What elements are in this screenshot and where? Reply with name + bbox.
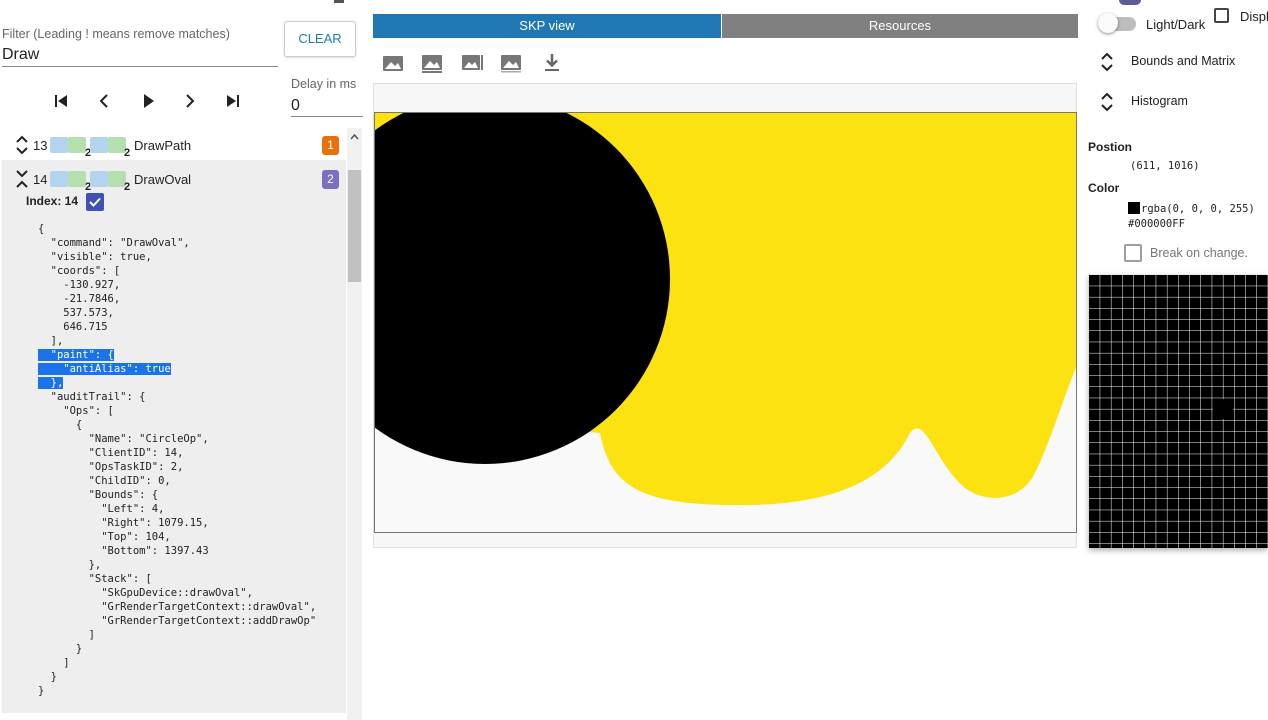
rendered-picture bbox=[375, 113, 1076, 532]
next-button[interactable] bbox=[177, 88, 203, 114]
download-icon[interactable] bbox=[540, 51, 564, 75]
image-light-icon[interactable] bbox=[499, 51, 523, 75]
theme-toggle-knob[interactable] bbox=[1098, 13, 1118, 33]
position-value: (611, 1016) bbox=[1130, 160, 1200, 172]
image-thumbnail-icon bbox=[90, 137, 108, 153]
index-checkbox[interactable] bbox=[86, 193, 104, 211]
command-row[interactable]: 13 2 2 DrawPath 1 bbox=[0, 129, 346, 161]
scroll-up-icon[interactable] bbox=[347, 130, 362, 144]
thumbnail-count: 2 bbox=[124, 181, 131, 193]
thumbnail-count: 2 bbox=[124, 147, 131, 159]
command-name: DrawOval bbox=[134, 171, 192, 187]
index-label: Index: 14 bbox=[26, 194, 79, 208]
display-label: Displ bbox=[1240, 9, 1268, 24]
position-label: Postion bbox=[1088, 140, 1132, 154]
hex-value: #000000FF bbox=[1128, 218, 1185, 230]
op-count-badge: 1 bbox=[322, 135, 339, 155]
clear-button[interactable]: CLEAR bbox=[284, 21, 356, 57]
check-icon bbox=[89, 197, 101, 207]
pixel-zoom-view[interactable] bbox=[1089, 275, 1268, 548]
color-label: Color bbox=[1088, 181, 1120, 195]
section-histogram[interactable]: Histogram bbox=[1131, 94, 1188, 108]
delay-input[interactable] bbox=[291, 95, 363, 117]
command-json: { "command": "DrawOval", "visible": true… bbox=[38, 222, 316, 698]
display-checkbox[interactable] bbox=[1214, 8, 1229, 23]
next-icon bbox=[186, 94, 195, 108]
skip-first-button[interactable] bbox=[48, 88, 74, 114]
json-selection: "paint": { "antiAlias": true }, bbox=[38, 349, 171, 389]
section-bounds-and-matrix[interactable]: Bounds and Matrix bbox=[1131, 54, 1235, 68]
command-index: 13 bbox=[33, 137, 48, 153]
image-checkerboard-icon[interactable] bbox=[420, 51, 444, 75]
theme-toggle-label: Light/Dark bbox=[1146, 17, 1206, 32]
layer-thumbnail-icon bbox=[68, 171, 86, 187]
filter-input[interactable] bbox=[2, 44, 278, 67]
image-icon[interactable] bbox=[381, 51, 405, 75]
tab-resources[interactable]: Resources bbox=[722, 14, 1078, 38]
rgba-value: rgba(0, 0, 0, 255) bbox=[1141, 203, 1255, 215]
skip-last-button[interactable] bbox=[220, 88, 246, 114]
collapse-icon[interactable] bbox=[15, 169, 29, 189]
break-on-change-label: Break on change. bbox=[1150, 246, 1248, 260]
command-name: DrawPath bbox=[134, 137, 192, 153]
expand-icon[interactable] bbox=[1100, 51, 1114, 73]
previous-button[interactable] bbox=[91, 88, 117, 114]
expand-icon[interactable] bbox=[1100, 91, 1114, 113]
delay-label: Delay in ms bbox=[291, 77, 357, 91]
pixel-grid bbox=[1089, 275, 1268, 548]
command-index: 14 bbox=[33, 171, 48, 187]
json-text: { "command": "DrawOval", "visible": true… bbox=[38, 223, 190, 347]
json-text: "auditTrail": { "Ops": [ { "Name": "Circ… bbox=[38, 391, 317, 697]
skip-first-icon bbox=[55, 95, 67, 107]
expand-icon[interactable] bbox=[15, 135, 29, 155]
tab-skp-view[interactable]: SKP view bbox=[373, 14, 721, 38]
command-row-selected[interactable]: 14 2 2 DrawOval 2 bbox=[0, 163, 346, 195]
image-fit-icon[interactable] bbox=[460, 51, 484, 75]
play-icon bbox=[144, 94, 154, 108]
skp-canvas[interactable] bbox=[374, 112, 1077, 533]
partial-header-glyph bbox=[334, 0, 344, 3]
play-button[interactable] bbox=[135, 88, 161, 114]
image-thumbnail-icon bbox=[50, 137, 68, 153]
scrollbar-thumb[interactable] bbox=[348, 170, 361, 282]
image-thumbnail-icon bbox=[90, 171, 108, 187]
break-on-change-checkbox[interactable] bbox=[1124, 244, 1142, 262]
color-swatch bbox=[1128, 202, 1140, 214]
op-count-badge: 2 bbox=[322, 169, 339, 189]
partial-avatar bbox=[1119, 0, 1141, 5]
skip-last-icon bbox=[227, 95, 239, 107]
previous-icon bbox=[99, 94, 108, 108]
image-thumbnail-icon bbox=[50, 171, 68, 187]
filter-label: Filter (Leading ! means remove matches) bbox=[2, 27, 230, 41]
layer-thumbnail-icon bbox=[68, 137, 86, 153]
